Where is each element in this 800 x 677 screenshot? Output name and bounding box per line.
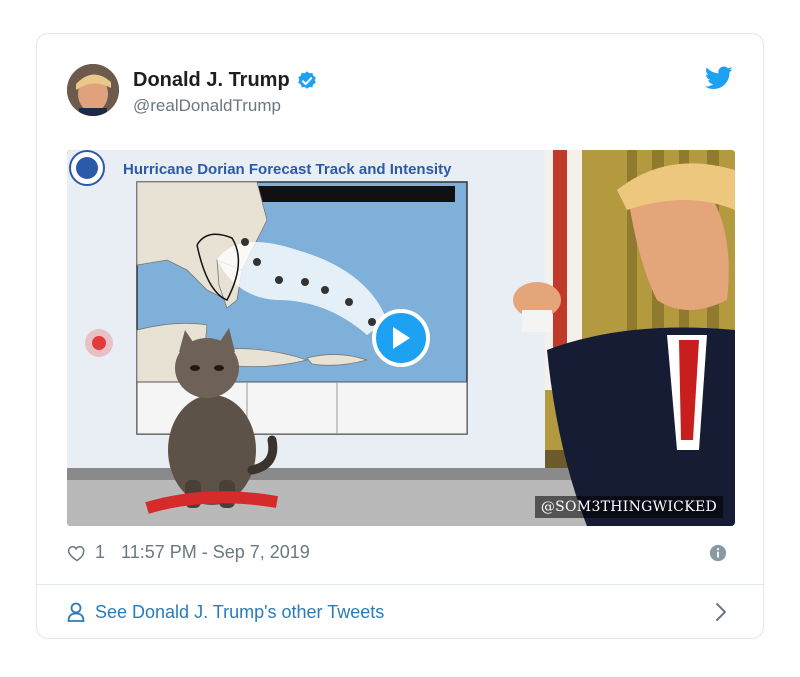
avatar[interactable] bbox=[67, 64, 119, 116]
see-other-tweets-label[interactable]: See Donald J. Trump's other Tweets bbox=[95, 602, 384, 623]
info-icon[interactable] bbox=[709, 544, 727, 562]
chart-title: Hurricane Dorian Forecast Track and Inte… bbox=[123, 161, 452, 178]
like-count[interactable]: 1 bbox=[95, 542, 105, 563]
person-icon bbox=[67, 602, 85, 622]
twitter-bird-icon[interactable] bbox=[705, 66, 733, 90]
video-thumbnail[interactable]: Hurricane Dorian Forecast Track and Inte… bbox=[67, 150, 735, 526]
verified-badge-icon bbox=[297, 70, 316, 89]
tweet-meta: 1 11:57 PM - Sep 7, 2019 bbox=[67, 542, 310, 563]
heart-icon[interactable] bbox=[67, 543, 87, 563]
play-icon bbox=[393, 327, 410, 349]
tweet-card: Donald J. Trump @realDonaldTrump Hurrica… bbox=[36, 33, 764, 639]
tweet-timestamp[interactable]: 11:57 PM - Sep 7, 2019 bbox=[121, 542, 310, 563]
chevron-right-icon[interactable] bbox=[715, 602, 727, 622]
author-name-text[interactable]: Donald J. Trump bbox=[133, 69, 290, 92]
author-name[interactable]: Donald J. Trump bbox=[133, 69, 318, 92]
play-button[interactable] bbox=[372, 309, 430, 367]
video-watermark: @SOM3THINGWICKED bbox=[534, 496, 723, 518]
author-handle[interactable]: @realDonaldTrump bbox=[133, 96, 281, 116]
see-other-tweets-link[interactable]: See Donald J. Trump's other Tweets bbox=[67, 585, 733, 639]
